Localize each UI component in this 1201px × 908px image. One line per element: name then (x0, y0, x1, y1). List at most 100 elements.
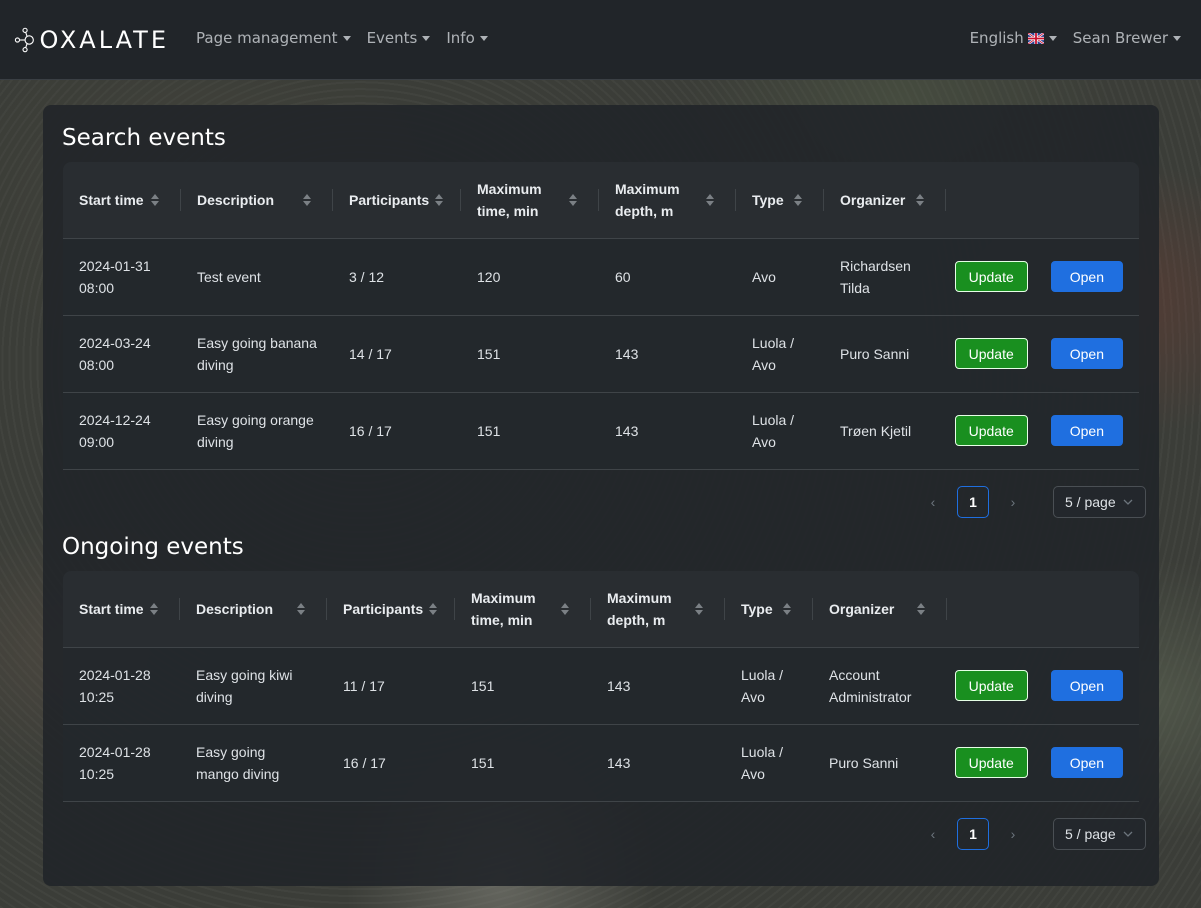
sort-icon[interactable] (917, 602, 925, 615)
table-row: 2024-12-24 09:00 Easy going orange diving… (63, 392, 1139, 470)
page-size-select[interactable]: 5 / page (1053, 486, 1146, 518)
column-header-organizer[interactable]: Organizer (813, 571, 947, 648)
column-header-label: Description (197, 191, 275, 208)
sort-icon[interactable] (303, 193, 311, 206)
next-page-icon[interactable]: › (997, 486, 1029, 518)
column-header-start-time[interactable]: Start time (63, 571, 180, 648)
user-menu[interactable]: Sean Brewer (1073, 29, 1181, 47)
cell-start-time: 2024-03-24 08:00 (63, 315, 181, 393)
prev-page-icon[interactable]: ‹ (917, 486, 949, 518)
page-number[interactable]: 1 (957, 486, 989, 518)
cell-participants: 14 / 17 (333, 315, 461, 393)
cell-type: Luola / Avo (725, 647, 813, 725)
navbar: OXALATE Page management Events Info Engl… (0, 0, 1201, 80)
sort-icon[interactable] (429, 602, 438, 615)
cell-organizer: Puro Sanni (824, 315, 946, 393)
column-header-maximum-time[interactable]: Maximum time, min (461, 162, 599, 239)
brand-logo[interactable]: OXALATE (14, 18, 169, 62)
cell-organizer: Trøen Kjetil (824, 392, 946, 470)
cell-description: Easy going kiwi diving (180, 647, 327, 725)
sort-icon[interactable] (150, 602, 158, 615)
cell-maximum-depth: 60 (599, 238, 736, 316)
menu-label: Page management (196, 29, 338, 47)
open-button[interactable]: Open (1050, 670, 1123, 701)
column-header-description[interactable]: Description (180, 571, 327, 648)
column-header-maximum-depth[interactable]: Maximum depth, m (599, 162, 736, 239)
column-header-label: Maximum depth, m (615, 180, 680, 219)
open-button[interactable]: Open (1050, 261, 1123, 292)
sort-icon[interactable] (794, 193, 802, 206)
prev-page-icon[interactable]: ‹ (917, 818, 949, 850)
cell-start-time: 2024-12-24 09:00 (63, 392, 181, 470)
column-header-organizer[interactable]: Organizer (824, 162, 946, 239)
cell-maximum-time: 151 (455, 724, 591, 802)
update-button[interactable]: Update (954, 747, 1028, 778)
table-row: 2024-01-28 10:25 Easy going kiwi diving 11… (63, 647, 1139, 725)
page-size-value: 5 / page (1065, 494, 1116, 510)
column-header-label: Participants (343, 600, 424, 617)
page-size-select[interactable]: 5 / page (1053, 818, 1146, 850)
cell-maximum-depth: 143 (591, 647, 725, 725)
open-button[interactable]: Open (1050, 747, 1123, 778)
column-header-participants[interactable]: Participants (327, 571, 455, 648)
cell-organizer: Puro Sanni (813, 724, 947, 802)
chevron-down-icon (1123, 499, 1133, 505)
cell-participants: 16 / 17 (333, 392, 461, 470)
update-button[interactable]: Update (954, 261, 1028, 292)
menu-info[interactable]: Info (446, 29, 488, 47)
column-header-label: Participants (349, 191, 430, 208)
column-header-participants[interactable]: Participants (333, 162, 461, 239)
cell-actions: Update Open (946, 392, 1139, 470)
cell-type: Avo (736, 238, 824, 316)
sort-icon[interactable] (783, 602, 791, 615)
next-page-icon[interactable]: › (997, 818, 1029, 850)
update-button[interactable]: Update (954, 670, 1028, 701)
menu-label: Info (446, 29, 475, 47)
sort-icon[interactable] (297, 602, 305, 615)
column-header-label: Start time (79, 191, 144, 208)
column-header-type[interactable]: Type (736, 162, 824, 239)
sort-icon[interactable] (695, 602, 703, 615)
column-header-label: Start time (79, 600, 144, 617)
cell-start-time: 2024-01-28 10:25 (63, 647, 180, 725)
caret-down-icon (1173, 35, 1181, 41)
sort-icon[interactable] (706, 193, 714, 206)
column-header-actions (946, 162, 1139, 239)
cell-type: Luola / Avo (736, 392, 824, 470)
ongoing-pagination: ‹ 1 › 5 / page (917, 818, 1146, 850)
update-button[interactable]: Update (954, 415, 1028, 446)
cell-type: Luola / Avo (736, 315, 824, 393)
column-header-start-time[interactable]: Start time (63, 162, 181, 239)
column-header-description[interactable]: Description (181, 162, 333, 239)
cell-actions: Update Open (946, 238, 1139, 316)
cell-actions: Update Open (946, 315, 1139, 393)
column-header-type[interactable]: Type (725, 571, 813, 648)
language-dropdown[interactable]: English (970, 29, 1057, 47)
cell-participants: 11 / 17 (327, 647, 455, 725)
open-button[interactable]: Open (1050, 415, 1123, 446)
ongoing-events-title: Ongoing events (62, 534, 244, 560)
column-header-label: Description (196, 600, 274, 617)
menu-events[interactable]: Events (367, 29, 431, 47)
column-header-maximum-depth[interactable]: Maximum depth, m (591, 571, 725, 648)
cell-maximum-time: 151 (461, 392, 599, 470)
cell-maximum-depth: 143 (599, 315, 736, 393)
column-header-maximum-time[interactable]: Maximum time, min (455, 571, 591, 648)
sort-icon[interactable] (151, 193, 159, 206)
page-size-value: 5 / page (1065, 826, 1116, 842)
search-pagination: ‹ 1 › 5 / page (917, 486, 1146, 518)
uk-flag-icon (1027, 32, 1044, 44)
open-button[interactable]: Open (1050, 338, 1123, 369)
column-header-label: Type (752, 191, 784, 208)
cell-maximum-depth: 143 (591, 724, 725, 802)
cell-maximum-depth: 143 (599, 392, 736, 470)
cell-actions: Update Open (947, 647, 1139, 725)
update-button[interactable]: Update (954, 338, 1028, 369)
sort-icon[interactable] (569, 193, 577, 206)
sort-icon[interactable] (916, 193, 924, 206)
page-number[interactable]: 1 (957, 818, 989, 850)
sort-icon[interactable] (561, 602, 569, 615)
cell-organizer: Richardsen Tilda (824, 238, 946, 316)
menu-page-management[interactable]: Page management (196, 29, 351, 47)
sort-icon[interactable] (435, 193, 444, 206)
